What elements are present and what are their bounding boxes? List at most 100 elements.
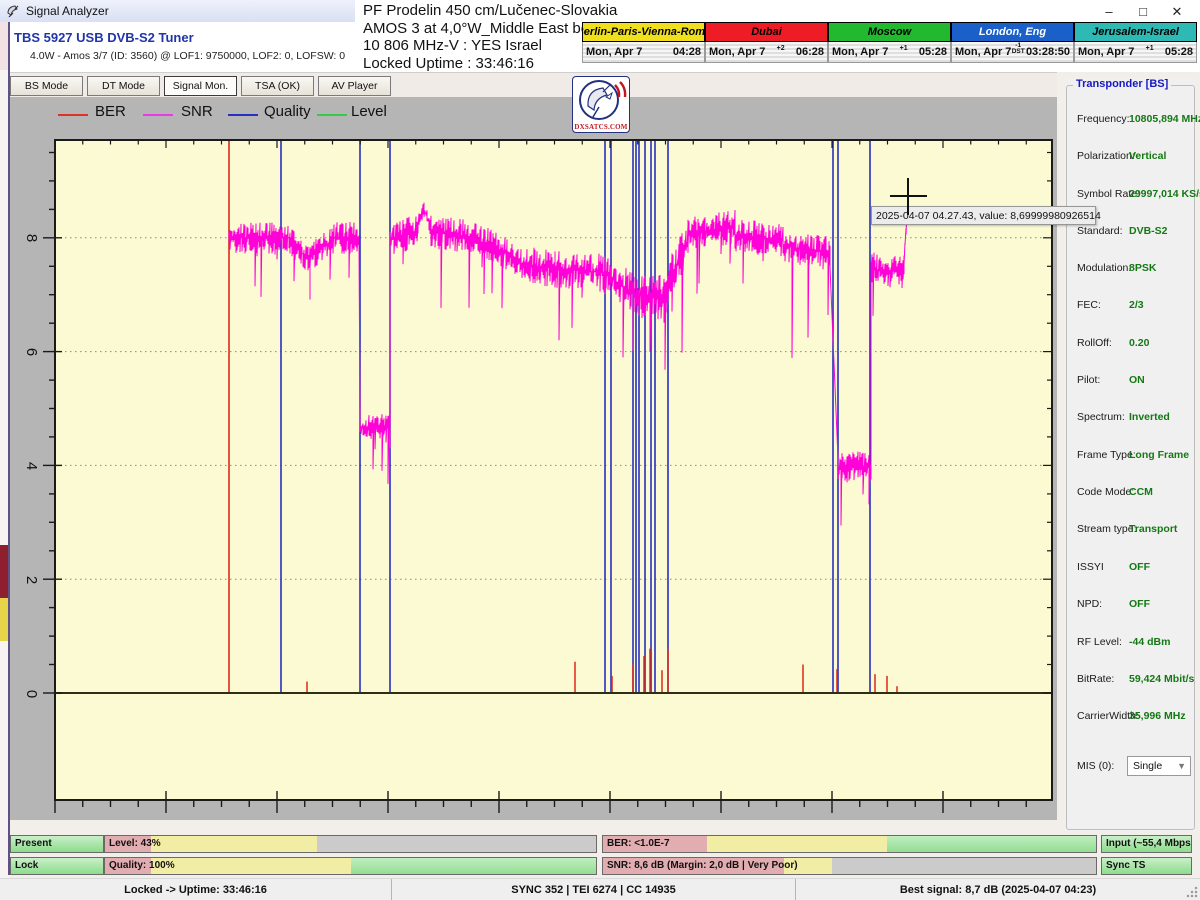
tp-value-4: 8PSK: [1129, 262, 1156, 274]
legend-swatch-snr: [143, 114, 173, 116]
dxsatcs-logo: DXSATCS.COM: [572, 76, 630, 133]
input-label: Input (~55,4 Mbps): [1106, 838, 1192, 849]
chevron-down-icon: ▼: [1177, 761, 1186, 771]
site-info: PF Prodelin 450 cm/Lučenec-Slovakia AMOS…: [363, 2, 617, 72]
tp-value-12: OFF: [1129, 561, 1150, 573]
level-bar: Level: 43%: [104, 835, 597, 853]
site-line: 10 806 MHz-V : YES Israel: [363, 37, 617, 55]
clock-time: 03:28:50: [1026, 46, 1070, 58]
ber-fill: [887, 836, 1096, 852]
clock-date: Mon, Apr 7: [586, 46, 642, 58]
clock-offset: +1: [900, 45, 908, 52]
tp-value-0: 10805,894 MHz: [1129, 113, 1200, 125]
signal-plot[interactable]: [35, 139, 1057, 815]
quality-bar: Quality: 100%: [104, 857, 597, 875]
ber-label: BER: <1.0E-7: [607, 838, 670, 849]
tp-value-9: Long Frame: [1129, 449, 1189, 461]
satellite-dish-icon: [573, 77, 629, 123]
tp-label-6: RollOff:: [1077, 337, 1112, 349]
minimize-button[interactable]: –: [1102, 4, 1116, 20]
tp-label-14: RF Level:: [1077, 636, 1122, 648]
clock-time-row: Mon, Apr 7+105:28: [1074, 42, 1197, 63]
signal-analyzer-window: Signal Analyzer PF Prodelin 450 cm/Lučen…: [0, 0, 1200, 900]
tp-value-6: 0.20: [1129, 337, 1149, 349]
tp-value-7: ON: [1129, 374, 1145, 386]
tp-value-8: Inverted: [1129, 411, 1170, 423]
logo-caption: DXSATCS.COM: [573, 123, 629, 131]
tp-label-11: Stream type:: [1077, 523, 1137, 535]
clock-dst-offset: -1DST: [1012, 43, 1025, 56]
clock-time-row: Mon, Apr 7+206:28: [705, 42, 828, 63]
world-clocks: Berlin-Paris-Vienna-RomaMon, Apr 704:28D…: [582, 22, 1197, 64]
statusbar-best-signal: Best signal: 8,7 dB (2025-04-07 04:23): [796, 879, 1200, 900]
input-indicator: Input (~55,4 Mbps): [1101, 835, 1192, 853]
quality-fill: [351, 858, 596, 874]
legend-swatch-level: [317, 114, 347, 116]
close-button[interactable]: ✕: [1170, 4, 1184, 20]
legend-swatch-ber: [58, 114, 88, 116]
window-title: Signal Analyzer: [26, 4, 109, 18]
statusbar: Locked -> Uptime: 33:46:16 SYNC 352 | TE…: [0, 878, 1200, 900]
lock-label: Lock: [15, 860, 38, 871]
transponder-panel: Transponder [BS] Frequency:10805,894 MHz…: [1065, 78, 1196, 831]
legend-label-ber: BER: [95, 103, 126, 120]
mis-label: MIS (0):: [1077, 760, 1114, 772]
clock-city: Jerusalem-Israel: [1074, 22, 1197, 42]
tp-value-14: -44 dBm: [1129, 636, 1170, 648]
tp-label-0: Frequency:: [1077, 113, 1130, 125]
tab-signal-mon-[interactable]: Signal Mon.: [164, 76, 237, 96]
tp-label-7: Pilot:: [1077, 374, 1100, 386]
clock-2: MoscowMon, Apr 7+105:28: [828, 22, 951, 64]
legend-swatch-quality: [228, 114, 258, 116]
clock-time-row: Mon, Apr 7+105:28: [828, 42, 951, 63]
tp-value-1: Vertical: [1129, 150, 1166, 162]
snr-label: SNR: 8,6 dB (Margin: 2,0 dB | Very Poor): [607, 860, 798, 871]
mis-value: Single: [1133, 760, 1162, 772]
tab-av-player[interactable]: AV Player: [318, 76, 391, 96]
clock-offset: +2: [777, 45, 785, 52]
resize-grip[interactable]: [1186, 886, 1198, 898]
statusbar-uptime: Locked -> Uptime: 33:46:16: [0, 879, 392, 900]
lock-indicator: Lock: [10, 857, 104, 875]
tuner-subtitle: 4.0W - Amos 3/7 (ID: 3560) @ LOF1: 97500…: [30, 50, 345, 62]
tab-dt-mode[interactable]: DT Mode: [87, 76, 160, 96]
tp-label-1: Polarization:: [1077, 150, 1135, 162]
tp-value-15: 59,424 Mbit/s: [1129, 673, 1194, 685]
tp-label-5: FEC:: [1077, 299, 1101, 311]
clock-date: Mon, Apr 7: [832, 46, 888, 58]
chart-tooltip: 2025-04-07 04.27.43, value: 8,6999998092…: [871, 206, 1096, 225]
tab-tsa-ok-[interactable]: TSA (OK): [241, 76, 314, 96]
edge-segment: [0, 22, 8, 70]
edge-segment: [0, 598, 8, 641]
tp-label-4: Modulation:: [1077, 262, 1131, 274]
tp-label-9: Frame Type:: [1077, 449, 1136, 461]
maximize-button[interactable]: □: [1136, 4, 1150, 20]
clock-city: London, Eng: [951, 22, 1074, 42]
tp-value-3: DVB-S2: [1129, 225, 1168, 237]
present-indicator: Present: [10, 835, 104, 853]
clock-3: London, EngMon, Apr 7-1DST03:28:50: [951, 22, 1074, 64]
tp-label-3: Standard:: [1077, 225, 1123, 237]
ber-mid: [707, 836, 887, 852]
tp-label-10: Code Mode:: [1077, 486, 1134, 498]
tp-label-15: BitRate:: [1077, 673, 1114, 685]
edge-segment: [0, 545, 8, 598]
tp-value-10: CCM: [1129, 486, 1153, 498]
clock-date: Mon, Apr 7: [1078, 46, 1134, 58]
legend-label-quality: Quality: [264, 103, 311, 120]
tab-bs-mode[interactable]: BS Mode: [10, 76, 83, 96]
titlebar[interactable]: Signal Analyzer: [0, 0, 360, 22]
transponder-title: Transponder [BS]: [1073, 78, 1171, 90]
clock-city: Dubai: [705, 22, 828, 42]
window-controls: – □ ✕: [1102, 4, 1184, 20]
mis-dropdown[interactable]: Single ▼: [1127, 756, 1191, 776]
tp-value-16: 35,996 MHz: [1129, 710, 1186, 722]
tp-value-13: OFF: [1129, 598, 1150, 610]
app-icon: [6, 4, 20, 18]
clock-4: Jerusalem-IsraelMon, Apr 7+105:28: [1074, 22, 1197, 64]
clock-offset: +1: [1146, 45, 1154, 52]
tp-value-2: 29997,014 KS/s: [1129, 188, 1200, 200]
sync-indicator: Sync TS: [1101, 857, 1192, 875]
site-line: Locked Uptime : 33:46:16: [363, 55, 617, 73]
snr-bar: SNR: 8,6 dB (Margin: 2,0 dB | Very Poor): [602, 857, 1097, 875]
